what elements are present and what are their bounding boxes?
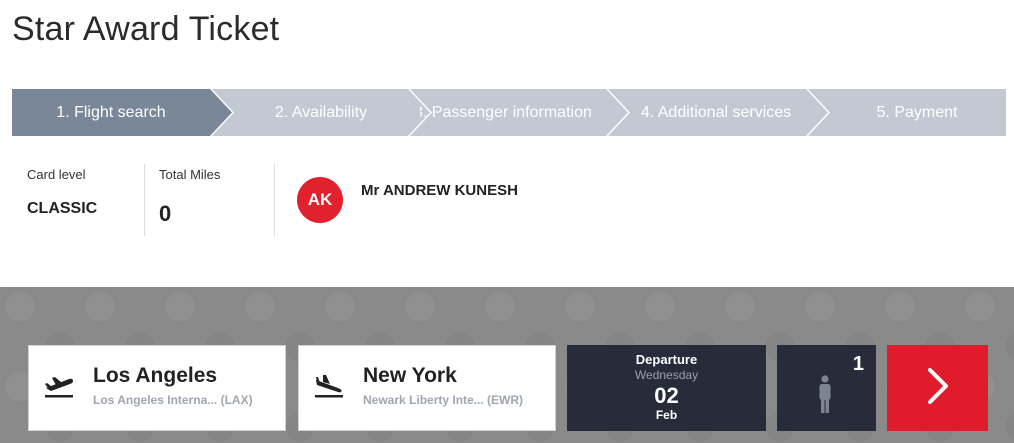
origin-city: Los Angeles (93, 364, 218, 387)
passenger-count: 1 (852, 353, 864, 375)
chevron-right-icon (924, 366, 952, 411)
departure-month: Feb (655, 408, 678, 422)
profile-summary: Card level CLASSIC Total Miles 0 AK Mr A… (0, 160, 1014, 240)
origin-airport: Los Angeles Interna... (LAX) (93, 393, 253, 407)
destination-field[interactable]: New York Newark Liberty Inte... (EWR) (298, 345, 556, 431)
step-availability[interactable]: 2. Availability (234, 89, 408, 136)
user-name[interactable]: Mr ANDREW KUNESH (361, 182, 518, 199)
destination-airport: Newark Liberty Inte... (EWR) (363, 393, 524, 407)
passenger-selector[interactable]: 1 (777, 345, 876, 431)
flight-search-bar: Los Angeles Los Angeles Interna... (LAX)… (0, 287, 1014, 443)
booking-stepper: 1. Flight search 2. Availability 3. Pass… (12, 89, 1006, 136)
step-flight-search[interactable]: 1. Flight search (32, 89, 190, 136)
plane-landing-icon (313, 374, 345, 403)
step-additional-services[interactable]: 4. Additional services (626, 89, 806, 136)
step-payment[interactable]: 5. Payment (828, 89, 1006, 136)
total-miles-label: Total Miles (159, 167, 221, 182)
page-title: Star Award Ticket (12, 10, 280, 48)
card-level-label: Card level (27, 167, 86, 182)
destination-city: New York (363, 364, 457, 387)
avatar[interactable]: AK (297, 177, 343, 223)
step-passenger-information[interactable]: 3. Passenger information (420, 89, 604, 136)
divider (144, 164, 145, 236)
card-level-value: CLASSIC (27, 200, 98, 217)
departure-weekday: Wednesday (634, 368, 699, 382)
origin-field[interactable]: Los Angeles Los Angeles Interna... (LAX) (28, 345, 286, 431)
total-miles-value: 0 (159, 201, 172, 226)
departure-day: 02 (654, 383, 679, 408)
departure-date-field[interactable]: Departure Wednesday 02 Feb (567, 345, 766, 431)
plane-takeoff-icon (43, 374, 75, 403)
person-icon (818, 375, 832, 420)
departure-label: Departure (635, 352, 698, 367)
divider (274, 164, 275, 236)
search-flights-button[interactable] (887, 345, 988, 431)
